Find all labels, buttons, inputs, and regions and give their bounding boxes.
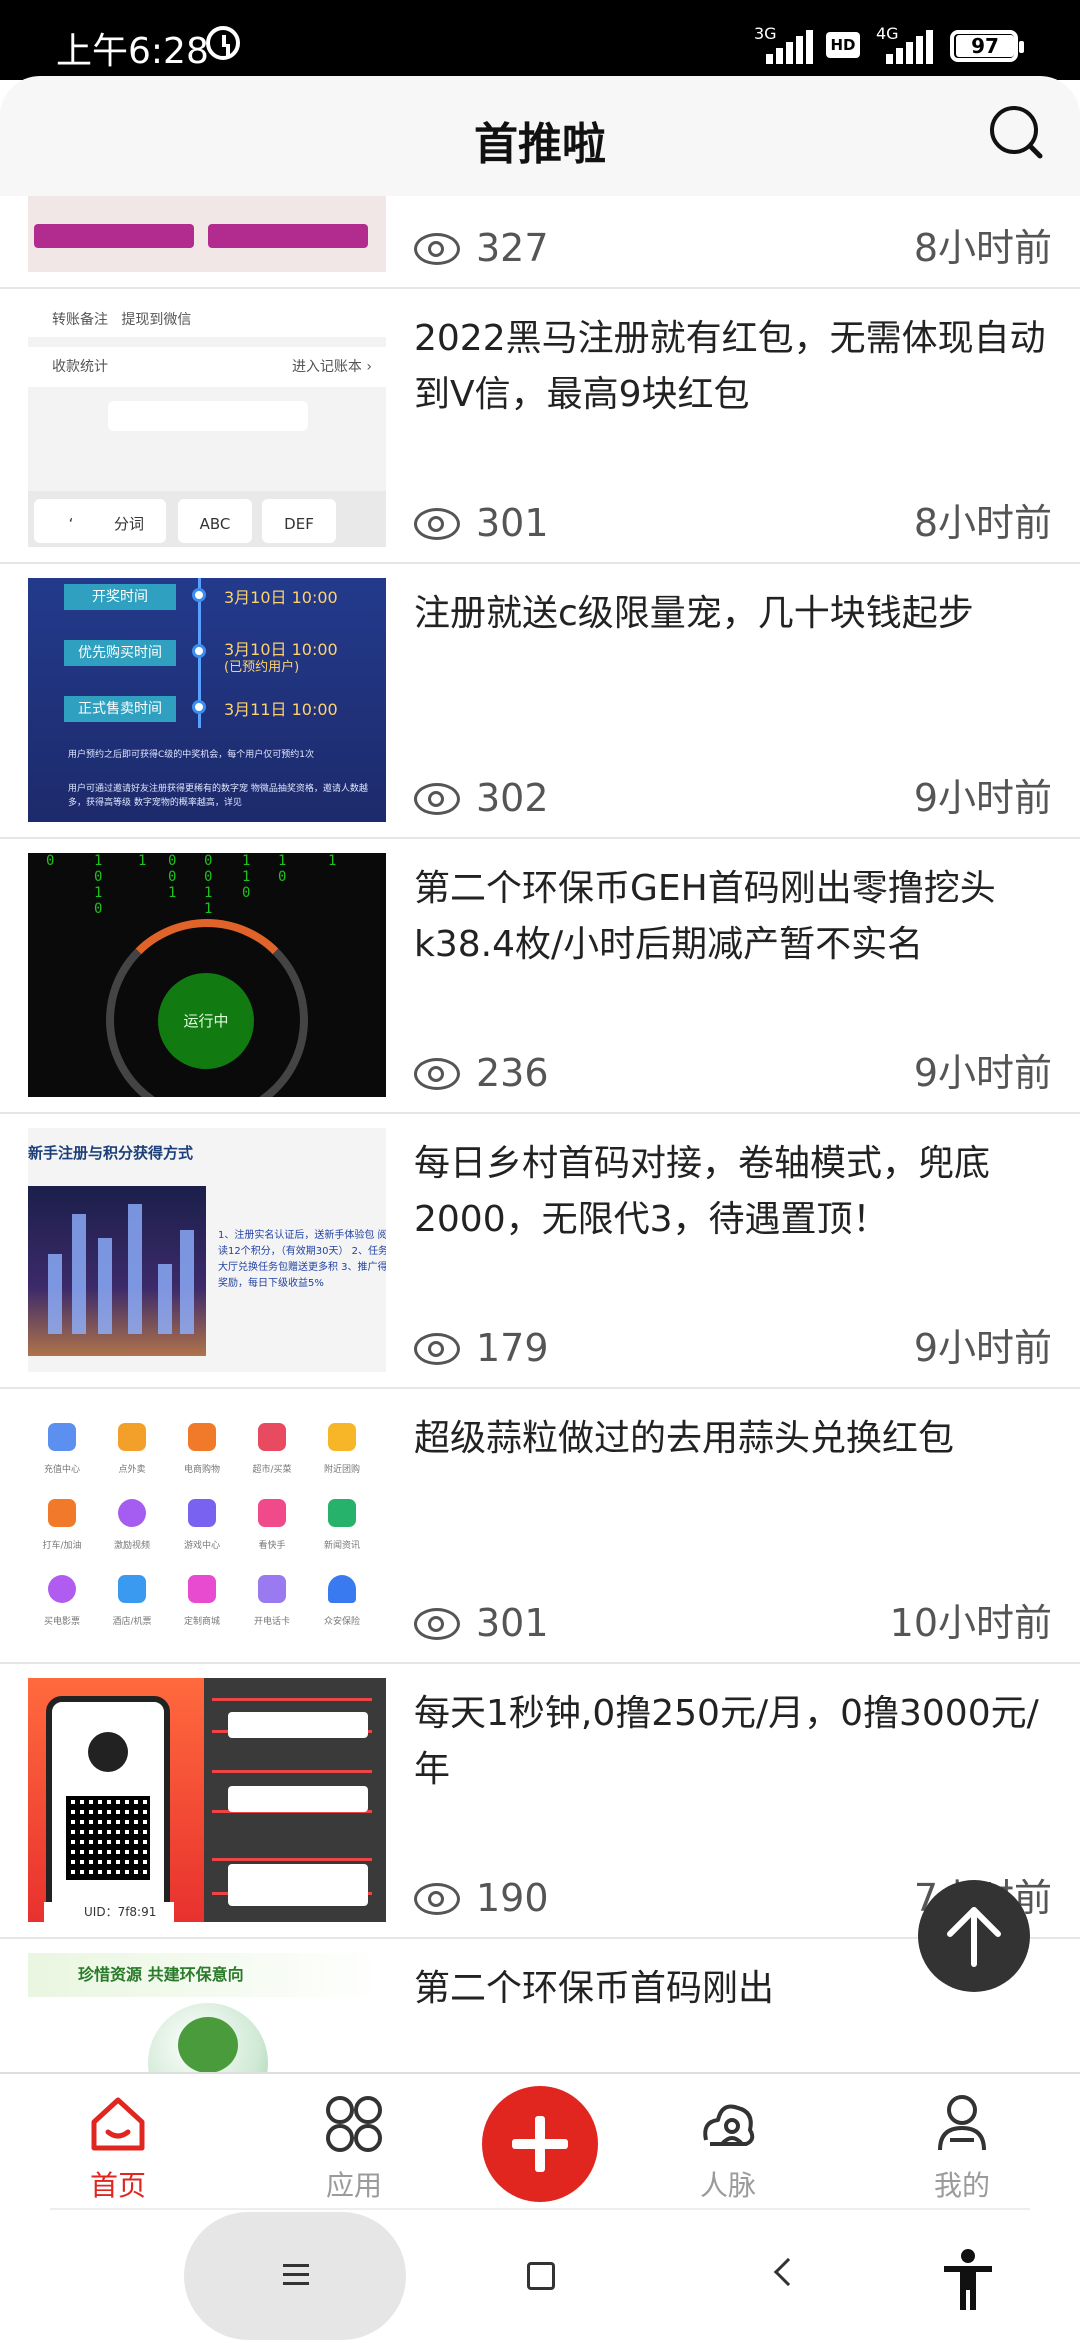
tab-apps[interactable]: 应用: [274, 2092, 434, 2204]
profile-icon: [938, 2095, 986, 2151]
page-title: 首推啦: [474, 119, 606, 170]
view-count: 301: [414, 498, 549, 548]
accessibility-icon[interactable]: [940, 2248, 996, 2310]
thumbnail-image: 转账备注 提现到微信 收款统计 进入记账本 › ‘ 分词 ABC DEF: [28, 303, 386, 547]
system-navigation-bar: [0, 2212, 1080, 2340]
list-item[interactable]: 充值中心 点外卖 电商购物 超市/买菜 附近团购 打车/加油 激励视频 游戏中心…: [0, 1389, 1080, 1664]
thumbnail-image: 充值中心 点外卖 电商购物 超市/买菜 附近团购 打车/加油 激励视频 游戏中心…: [28, 1403, 386, 1647]
battery-icon: 97: [950, 30, 1024, 62]
thumbnail-image: UID：7f8:91: [28, 1678, 386, 1922]
thumb-row: 转账备注 提现到微信: [28, 303, 386, 337]
signal-icon: [766, 30, 814, 64]
list-item[interactable]: 转账备注 提现到微信 收款统计 进入记账本 › ‘ 分词 ABC DEF 2022…: [0, 289, 1080, 564]
app-header: 首推啦: [0, 76, 1080, 196]
bottom-tab-bar: 首页 应用 人脉 我的: [0, 2072, 1080, 2212]
list-item[interactable]: 327 8小时前: [0, 196, 1080, 289]
post-time: 8小时前: [913, 226, 1052, 270]
view-count: 179: [414, 1323, 549, 1373]
eye-icon: [414, 783, 460, 815]
contacts-icon: [703, 2104, 755, 2146]
list-item[interactable]: 新手注册与积分获得方式 1、注册实名认证后，送新手体验包 阅读12个积分，（有效…: [0, 1114, 1080, 1389]
status-bar: 上午6:28 3G HD 4G 97: [0, 0, 1080, 80]
thumb-row: 收款统计 进入记账本 ›: [28, 347, 386, 387]
post-time: 8小时前: [913, 501, 1052, 545]
post-time: 9小时前: [913, 776, 1052, 820]
thumbnail-image: 新手注册与积分获得方式 1、注册实名认证后，送新手体验包 阅读12个积分，（有效…: [28, 1128, 386, 1372]
running-status: 运行中: [158, 973, 254, 1069]
tab-label: 我的: [933, 2169, 990, 2202]
view-count: 190: [414, 1873, 549, 1923]
feed-list: 327 8小时前 转账备注 提现到微信 收款统计 进入记账本 › ‘ 分词 ABC…: [0, 196, 1080, 2072]
post-title[interactable]: 超级蒜粒做过的去用蒜头兑换红包: [414, 1411, 1056, 1467]
arrow-up-icon: [947, 1907, 1001, 1967]
apps-icon: [326, 2096, 382, 2152]
thumbnail-image: 开奖时间 3月10日 10:00 优先购买时间 3月10日 10:00 (已预约…: [28, 578, 386, 822]
eye-icon: [414, 1883, 460, 1915]
tab-label: 人脉: [699, 2169, 756, 2202]
list-item[interactable]: UID：7f8:91 每天1秒钟,0撸250元/月，0撸3000元/年 190 …: [0, 1664, 1080, 1939]
eye-icon: [414, 1608, 460, 1640]
post-time: 9小时前: [913, 1326, 1052, 1370]
tab-contacts[interactable]: 人脉: [648, 2092, 808, 2204]
signal-icon-2: [886, 30, 934, 64]
view-count: 302: [414, 773, 549, 823]
divider: [50, 2208, 1030, 2210]
home-icon: [91, 2097, 145, 2151]
back-to-top-button[interactable]: [918, 1880, 1030, 1992]
list-item[interactable]: 珍惜资源 共建环保意向 第二个环保币首码刚出: [0, 1939, 1080, 2072]
home-square-button[interactable]: [527, 2262, 555, 2290]
post-time: 9小时前: [913, 1051, 1052, 1095]
tab-home[interactable]: 首页: [38, 2092, 198, 2204]
eye-icon: [414, 508, 460, 540]
post-title[interactable]: 注册就送c级限量宠，几十块钱起步: [414, 586, 1056, 642]
tab-label: 首页: [89, 2169, 146, 2202]
thumbnail-image: [28, 196, 386, 272]
battery-level: 97: [956, 35, 1014, 57]
post-title[interactable]: 第二个环保币GEH首码刚出零撸挖头k38.4枚/小时后期减产暂不实名: [414, 861, 1056, 973]
hd-badge: HD: [826, 32, 860, 58]
view-count: 327: [414, 223, 549, 273]
eye-icon: [414, 233, 460, 265]
list-item[interactable]: 0 1010 1 001 0011 110 10 1 运行中 第二个环保币GEH…: [0, 839, 1080, 1114]
back-button[interactable]: [773, 2257, 803, 2287]
eye-icon: [414, 1333, 460, 1365]
eye-icon: [414, 1058, 460, 1090]
list-item[interactable]: 开奖时间 3月10日 10:00 优先购买时间 3月10日 10:00 (已预约…: [0, 564, 1080, 839]
tab-label: 应用: [325, 2169, 382, 2202]
post-title[interactable]: 每天1秒钟,0撸250元/月，0撸3000元/年: [414, 1686, 1056, 1798]
post-title[interactable]: 每日乡村首码对接，卷轴模式，兜底2000，无限代3，待遇置顶！: [414, 1136, 1056, 1248]
thumbnail-image: 珍惜资源 共建环保意向: [28, 1953, 386, 2072]
post-time: 10小时前: [889, 1601, 1052, 1645]
view-count: 236: [414, 1048, 549, 1098]
post-title[interactable]: 2022黑马注册就有红包，无需体现自动到V信，最高9块红包: [414, 311, 1056, 423]
status-time: 上午6:28: [56, 31, 209, 72]
menu-icon: [283, 2264, 309, 2286]
alarm-icon: [206, 26, 240, 60]
tab-profile[interactable]: 我的: [882, 2092, 1042, 2204]
add-button[interactable]: [482, 2086, 598, 2202]
thumbnail-image: 0 1010 1 001 0011 110 10 1 运行中: [28, 853, 386, 1097]
search-icon[interactable]: [986, 104, 1044, 162]
view-count: 301: [414, 1598, 549, 1648]
